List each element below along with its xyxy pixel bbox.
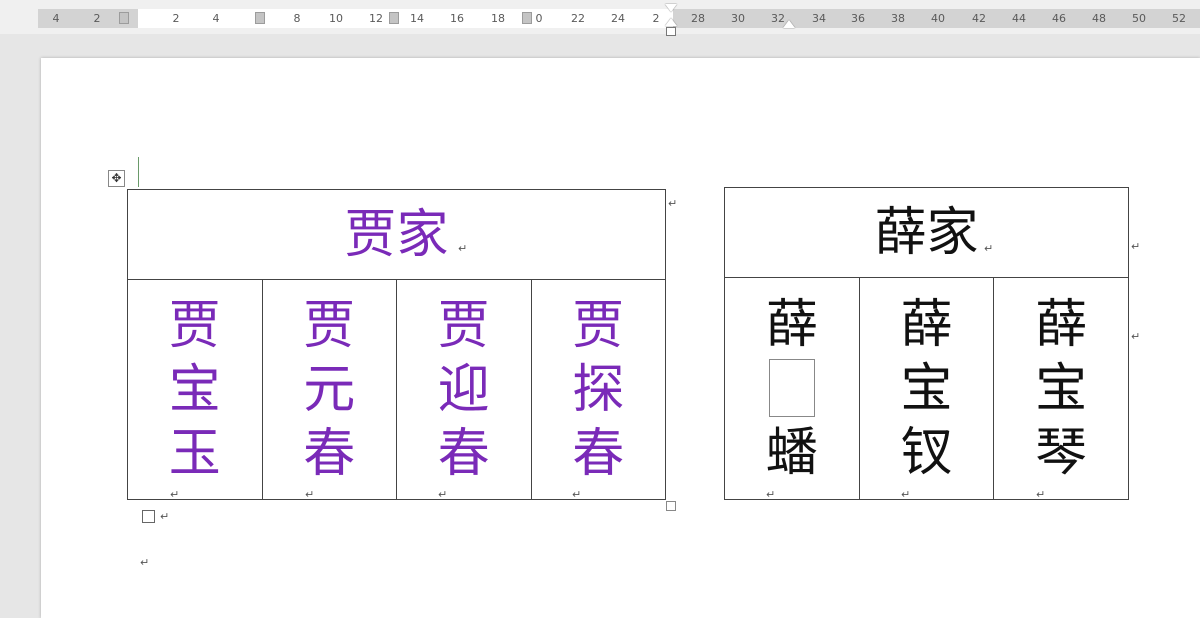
- name-char: 薛: [1035, 294, 1088, 355]
- paragraph-mark-icon: ↵: [170, 488, 180, 501]
- ruler-tick: 52: [1172, 12, 1186, 25]
- ruler-tick: 8: [293, 12, 301, 25]
- ruler-tick: 12: [369, 12, 383, 25]
- name-char: 蟠: [765, 422, 818, 483]
- ruler-tick: 2: [93, 12, 101, 25]
- name-char: 元: [303, 359, 356, 420]
- name-char: 春: [572, 423, 625, 484]
- xue-header-cell[interactable]: 薛家: [724, 187, 1129, 278]
- ruler-tick: 4: [52, 12, 60, 25]
- paragraph-mark-icon: ↵: [668, 197, 678, 210]
- paragraph-mark-icon: ↵: [572, 488, 582, 501]
- column-marker[interactable]: [119, 12, 129, 24]
- ruler-tick: 24: [611, 12, 625, 25]
- ruler-tick: 0: [535, 12, 543, 25]
- ruler-tick: 50: [1132, 12, 1146, 25]
- paragraph-mark-icon: ↵: [1036, 488, 1046, 501]
- ruler-tick: 2: [172, 12, 180, 25]
- name-char: 春: [303, 423, 356, 484]
- paragraph-mark-icon: ↵: [1131, 240, 1141, 253]
- name-char: 迎: [437, 359, 490, 420]
- xue-header-text: 薛家: [874, 202, 979, 263]
- horizontal-ruler[interactable]: 4 2 2 4 8 10 12 14 16 18 0 22 24 2 28 30…: [38, 9, 1200, 28]
- ruler-tick: 30: [731, 12, 745, 25]
- jia-member-cell[interactable]: 贾 元 春: [261, 279, 397, 500]
- column-marker[interactable]: [255, 12, 265, 24]
- paragraph-mark-icon: ↵: [438, 488, 448, 501]
- name-char: 薛: [900, 294, 953, 355]
- paragraph-mark-icon: ↵: [160, 510, 170, 523]
- paragraph-mark-icon: ↵: [458, 242, 468, 255]
- ruler-tick: 28: [691, 12, 705, 25]
- hanging-indent-marker[interactable]: [665, 18, 677, 26]
- jia-member-cell[interactable]: 贾 宝 玉: [127, 279, 263, 500]
- table-move-handle-icon[interactable]: ✥: [108, 170, 125, 187]
- ruler-tick: 48: [1092, 12, 1106, 25]
- name-char: 宝: [900, 358, 953, 419]
- ruler-tick: 18: [491, 12, 505, 25]
- name-char: 贾: [168, 295, 221, 356]
- xue-member-cell[interactable]: 薛 蟠: [724, 277, 860, 500]
- table-resize-handle[interactable]: [666, 501, 676, 511]
- xue-family-table[interactable]: 薛家 薛 蟠 薛 宝 钗 薛 宝 琴: [724, 187, 1129, 500]
- right-indent-marker[interactable]: [783, 20, 795, 28]
- paragraph-mark-icon: ↵: [1131, 330, 1141, 343]
- paragraph-mark-icon: ↵: [984, 242, 994, 255]
- name-char: 薛: [765, 294, 818, 355]
- ruler-tick: 16: [450, 12, 464, 25]
- name-char: 宝: [168, 359, 221, 420]
- paragraph-mark-icon: ↵: [901, 488, 911, 501]
- ruler-tick: 40: [931, 12, 945, 25]
- first-line-indent-marker[interactable]: [665, 4, 677, 12]
- xue-member-cell[interactable]: 薛 宝 钗: [858, 277, 995, 500]
- name-char: 春: [437, 423, 490, 484]
- paragraph-mark-icon: ↵: [305, 488, 315, 501]
- ruler-tick: 42: [972, 12, 986, 25]
- paragraph-mark-icon: ↵: [140, 556, 150, 569]
- ruler-tick: 22: [571, 12, 585, 25]
- jia-member-cell[interactable]: 贾 迎 春: [396, 279, 532, 500]
- column-marker[interactable]: [389, 12, 399, 24]
- name-char: 贾: [437, 295, 490, 356]
- ruler-tick: 10: [329, 12, 343, 25]
- end-of-table-marker: [142, 510, 155, 523]
- ruler-tick: 14: [410, 12, 424, 25]
- xue-member-cell[interactable]: 薛 宝 琴: [993, 277, 1129, 500]
- ruler-tick: 4: [212, 12, 220, 25]
- name-char: 钗: [900, 422, 953, 483]
- left-indent-marker[interactable]: [666, 27, 676, 36]
- jia-header-text: 贾家: [344, 204, 449, 265]
- name-char: 琴: [1035, 422, 1088, 483]
- ruler-tick: 36: [851, 12, 865, 25]
- missing-glyph-box: [768, 358, 815, 417]
- ruler-tick: 38: [891, 12, 905, 25]
- jia-family-table[interactable]: 贾家 贾 宝 玉 贾 元 春 贾 迎 春 贾 探 春: [126, 189, 667, 500]
- name-char: 贾: [303, 295, 356, 356]
- name-char: 贾: [572, 295, 625, 356]
- text-cursor: [138, 157, 139, 187]
- ruler-tick: 46: [1052, 12, 1066, 25]
- jia-header-cell[interactable]: 贾家: [126, 189, 667, 280]
- name-char: 宝: [1035, 358, 1088, 419]
- ruler-tick: 34: [812, 12, 826, 25]
- ruler-tick: 44: [1012, 12, 1026, 25]
- jia-member-cell[interactable]: 贾 探 春: [530, 279, 667, 500]
- paragraph-mark-icon: ↵: [766, 488, 776, 501]
- name-char: 玉: [168, 423, 221, 484]
- name-char: 探: [572, 359, 625, 420]
